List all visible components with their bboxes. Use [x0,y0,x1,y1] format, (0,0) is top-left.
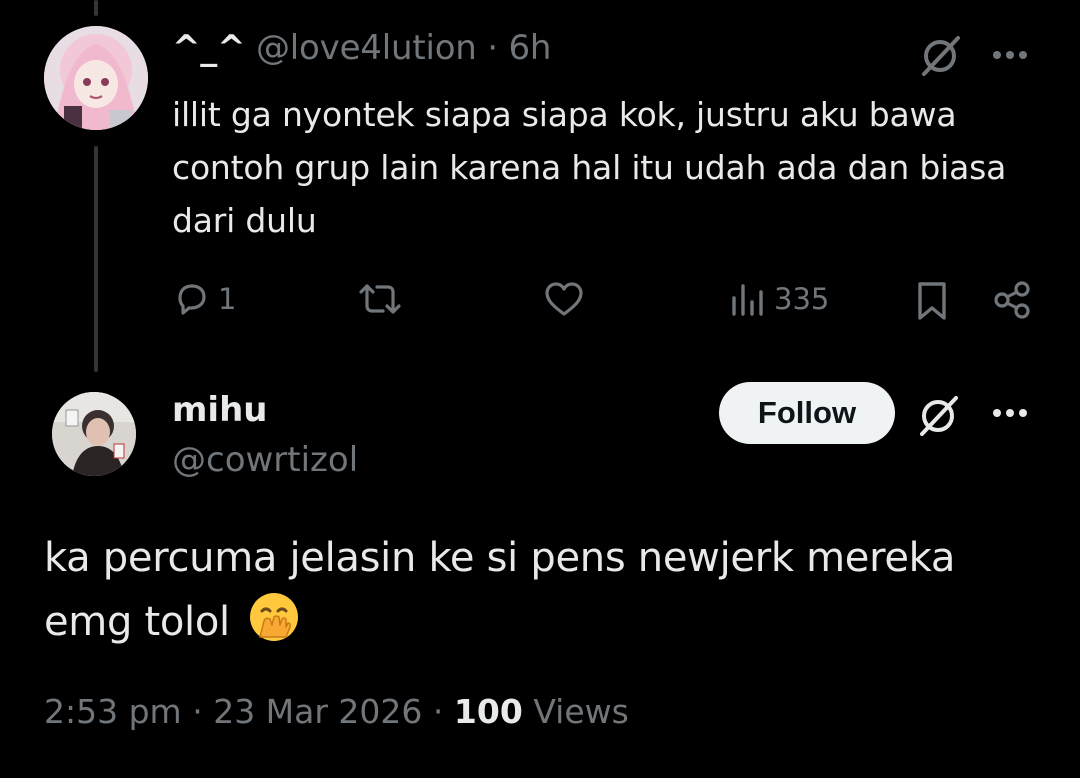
post-views-label: Views [533,692,629,731]
retweet-button[interactable] [357,280,403,318]
avatar-image [52,392,136,476]
post-date[interactable]: 23 Mar 2026 [213,692,422,731]
reply-count: 1 [218,282,237,316]
face-with-hand-over-mouth-icon [248,591,300,662]
bookmark-icon [914,280,950,322]
main-post-text-content: ka percuma jelasin ke si pens newjerk me… [44,535,956,645]
reply-text: illit ga nyontek siapa siapa kok, justru… [172,95,1007,240]
avatar-image [44,26,148,130]
main-post-text: ka percuma jelasin ke si pens newjerk me… [44,526,1044,662]
views-count: 335 [774,282,830,316]
views-icon [730,280,766,318]
follow-button[interactable]: Follow [719,382,895,444]
reply-icon [172,280,210,318]
separator-dot: · [432,692,444,731]
post-time[interactable]: 2:53 pm [44,692,182,731]
share-icon [992,280,1032,320]
reply-avatar[interactable] [44,26,148,130]
grok-icon[interactable] [918,32,964,78]
views-button[interactable]: 335 [730,280,829,318]
share-button[interactable] [992,280,1032,320]
reply-display-name[interactable]: ^_^ [172,28,246,68]
main-handle[interactable]: @cowrtizol [172,440,358,480]
grok-icon[interactable] [916,392,962,438]
reply-header: ^_^ @love4lution · 6h [172,28,551,68]
more-icon[interactable] [992,408,1032,418]
separator-dot: · [487,28,498,68]
more-icon[interactable] [992,50,1032,60]
reply-time[interactable]: 6h [508,28,551,68]
separator-dot: · [192,692,203,731]
thread-line-top [94,0,98,16]
post-views-count: 100 [453,692,523,731]
main-display-name[interactable]: mihu [172,390,268,430]
like-button[interactable] [543,280,585,318]
bookmark-button[interactable] [914,280,950,322]
post-meta: 2:53 pm · 23 Mar 2026 · 100 Views [44,692,629,731]
retweet-icon [357,280,403,318]
reply-button[interactable]: 1 [172,280,236,318]
like-icon [543,280,585,318]
reply-handle[interactable]: @love4lution [256,28,477,68]
main-avatar[interactable] [52,392,136,476]
thread-line [94,146,98,372]
